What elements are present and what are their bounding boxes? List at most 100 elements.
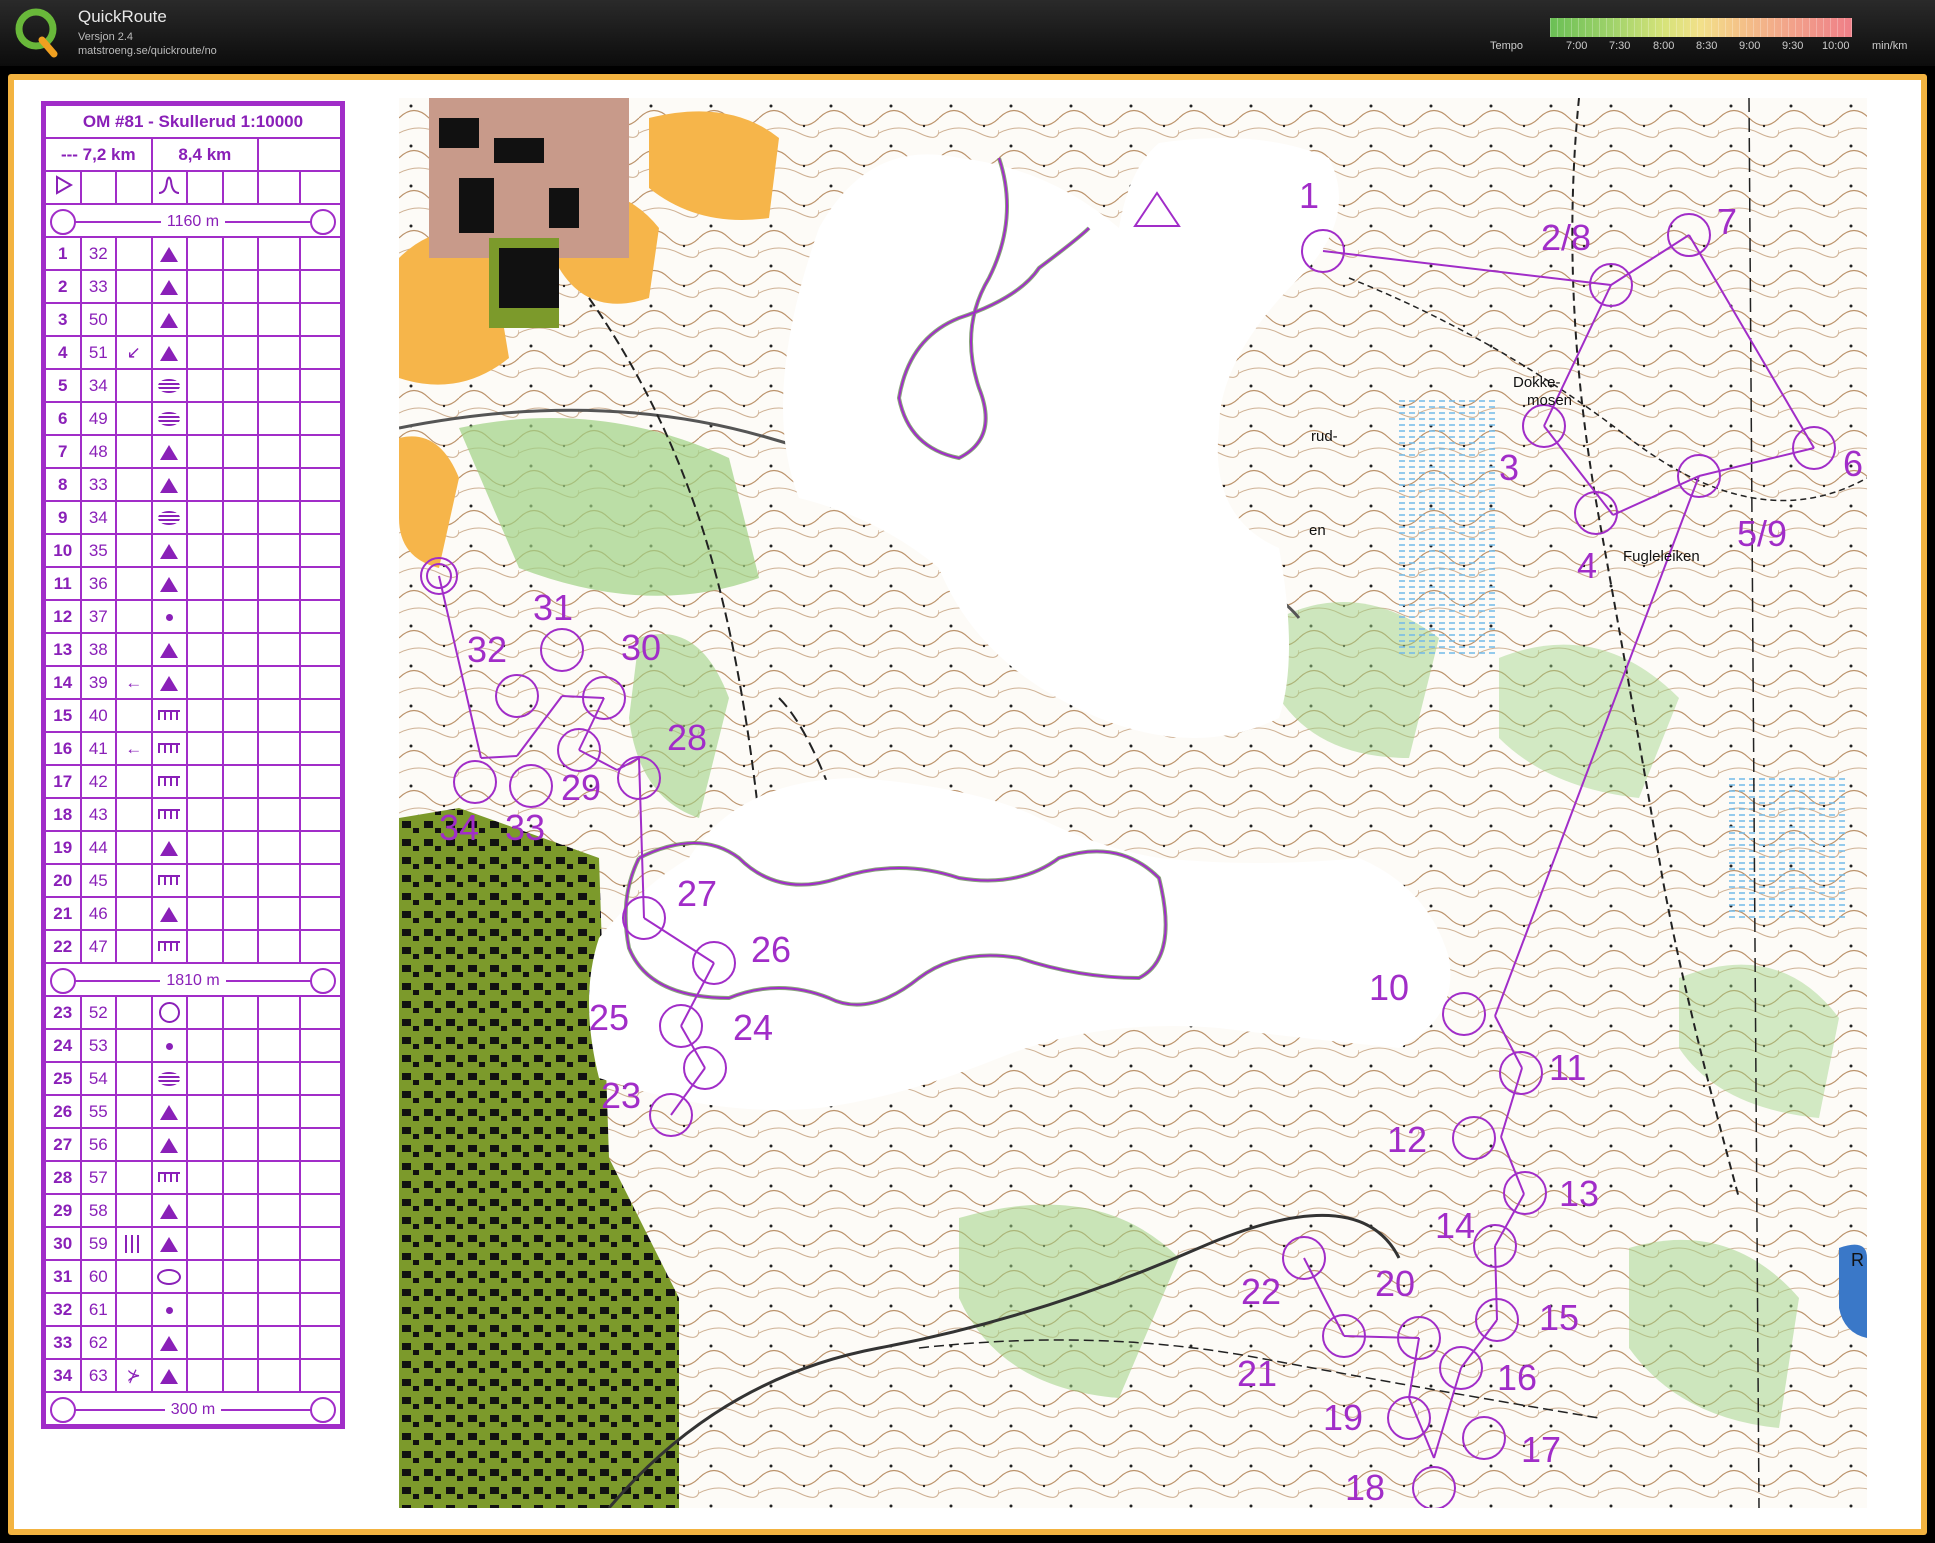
empty-cell	[186, 698, 224, 733]
empty-cell	[186, 995, 224, 1030]
empty-cell	[221, 1160, 260, 1195]
control-row: 26 55	[44, 1094, 343, 1129]
control-number: 33	[44, 1325, 82, 1360]
control-row: 20 45	[44, 863, 343, 898]
control-row: 30 59	[44, 1226, 343, 1261]
empty-cell	[221, 467, 260, 502]
control-number: 20	[44, 863, 82, 898]
empty-cell	[221, 533, 260, 568]
empty-cell	[186, 1325, 224, 1360]
control-code: 46	[79, 896, 118, 931]
control-row: 27 56	[44, 1127, 343, 1162]
control-label-23: 23	[601, 1075, 642, 1116]
feature-symbol-cell	[150, 566, 189, 601]
direction-cell	[115, 764, 153, 799]
app-name: QuickRoute	[78, 7, 167, 26]
empty-cell	[298, 599, 343, 634]
place-name: en	[1309, 522, 1326, 539]
feature-symbol-cell	[150, 302, 189, 337]
empty-cell	[257, 1028, 301, 1063]
triangle-symbol-icon	[160, 1137, 179, 1153]
triangle-symbol-icon	[160, 444, 179, 460]
control-code: 58	[79, 1193, 118, 1228]
direction-cell	[115, 1160, 153, 1195]
control-label-28: 28	[667, 717, 708, 758]
empty-cell	[298, 929, 343, 964]
control-row: 15 40	[44, 698, 343, 733]
empty-cell	[186, 1127, 224, 1162]
control-row: 33 62	[44, 1325, 343, 1360]
control-number: 22	[44, 929, 82, 964]
empty-cell	[298, 896, 343, 931]
control-label-2-8: 2/8	[1541, 217, 1592, 258]
direction-cell	[115, 302, 153, 337]
leg-distance-label: 1810 m	[160, 971, 226, 989]
empty-cell	[257, 302, 301, 337]
feature-symbol-cell	[150, 335, 189, 370]
direction-cell	[115, 533, 153, 568]
control-row: 25 54	[44, 1061, 343, 1096]
control-label-19: 19	[1323, 1397, 1364, 1438]
direction-cell	[115, 863, 153, 898]
control-code: 54	[79, 1061, 118, 1096]
feature-symbol-cell	[150, 863, 189, 898]
control-row: 18 43	[44, 797, 343, 832]
empty-cell	[221, 896, 260, 931]
place-name: Fugleleiken	[1623, 548, 1700, 565]
control-row: 14 39 ←	[44, 665, 343, 700]
feature-symbol-cell	[150, 533, 189, 568]
empty-cell	[298, 1193, 343, 1228]
control-code: 38	[79, 632, 118, 667]
feature-symbol-cell	[150, 236, 189, 271]
empty-cell	[186, 599, 224, 634]
control-number: 25	[44, 1061, 82, 1096]
control-code: 34	[79, 500, 118, 535]
orienteering-map[interactable]: 1 2/8 7 3 4 5/9 6 10 11 12 13 14 15 16 1…	[399, 98, 1867, 1508]
course-dash-length: --- 7,2 km	[44, 137, 153, 172]
feature-symbol-cell	[150, 1061, 189, 1096]
control-number: 4	[44, 335, 82, 370]
triangle-symbol-icon	[160, 312, 179, 328]
control-number: 3	[44, 302, 82, 337]
comb-symbol-icon	[158, 875, 181, 888]
empty-cell	[186, 302, 224, 337]
feature-symbol-cell	[150, 698, 189, 733]
control-number: 8	[44, 467, 82, 502]
leg-distance-1: 1160 m	[44, 203, 342, 238]
empty-cell	[221, 1358, 260, 1393]
empty-cell	[221, 434, 260, 469]
empty-cell	[257, 269, 301, 304]
empty-cell	[221, 401, 260, 436]
comb-symbol-icon	[158, 743, 181, 756]
control-label-21: 21	[1237, 1353, 1278, 1394]
control-code: 41	[79, 731, 118, 766]
control-number: 11	[44, 566, 82, 601]
empty-cell	[186, 335, 224, 370]
triangle-symbol-icon	[160, 279, 179, 295]
control-label-16: 16	[1497, 1357, 1538, 1398]
triangle-symbol-icon	[160, 1368, 179, 1384]
control-row: 31 60	[44, 1259, 343, 1294]
direction-cell	[115, 830, 153, 865]
feature-symbol-cell	[150, 929, 189, 964]
empty-cell	[221, 995, 260, 1030]
empty-cell	[298, 434, 343, 469]
comb-symbol-icon	[158, 710, 181, 723]
control-code: 56	[79, 1127, 118, 1162]
control-number: 13	[44, 632, 82, 667]
empty-cell	[186, 731, 224, 766]
empty-cell	[257, 137, 342, 172]
direction-cell	[115, 566, 153, 601]
empty-cell	[221, 665, 260, 700]
control-row: 21 46	[44, 896, 343, 931]
control-number: 29	[44, 1193, 82, 1228]
control-row: 34 63 ⊁	[44, 1358, 343, 1393]
feature-symbol-cell	[150, 1193, 189, 1228]
control-number: 1	[44, 236, 82, 271]
feature-symbol-cell	[150, 731, 189, 766]
control-number: 2	[44, 269, 82, 304]
direction-cell	[115, 236, 153, 271]
control-number: 21	[44, 896, 82, 931]
control-row: 22 47	[44, 929, 343, 964]
comb-symbol-icon	[158, 941, 181, 954]
